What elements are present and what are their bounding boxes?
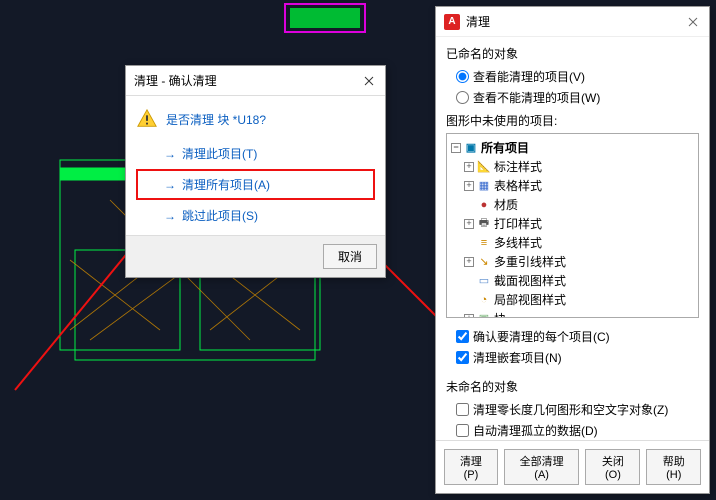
option-purge-this[interactable]: →清理此项目(T)	[136, 138, 375, 169]
option-purge-all[interactable]: →清理所有项目(A)	[136, 169, 375, 200]
unnamed-section: 未命名的对象	[446, 378, 699, 395]
tree-view[interactable]: −▣所有项目 +📐标注样式+▦表格样式●材质+🖶打印样式≡多线样式+↘多重引线样…	[446, 133, 699, 318]
radio-view-nonpurgeable[interactable]: 查看不能清理的项目(W)	[446, 87, 699, 108]
purge-all-button[interactable]: 全部清理(A)	[504, 449, 579, 485]
app-logo-icon: A	[444, 14, 460, 30]
purge-dialog: A 清理 已命名的对象 查看能清理的项目(V) 查看不能清理的项目(W) 图形中…	[435, 6, 710, 494]
close-icon[interactable]	[361, 73, 377, 89]
tree-item[interactable]: ●材质	[451, 195, 694, 214]
tree-item[interactable]: +🖶打印样式	[451, 214, 694, 233]
tree-item[interactable]: +📐标注样式	[451, 157, 694, 176]
help-button[interactable]: 帮助(H)	[646, 449, 701, 485]
radio-view-purgeable[interactable]: 查看能清理的项目(V)	[446, 66, 699, 87]
warning-icon	[136, 108, 158, 130]
tree-item[interactable]: +↘多重引线样式	[451, 252, 694, 271]
tree-item[interactable]: ◔局部视图样式	[451, 290, 694, 309]
tree-item[interactable]: ≡多线样式	[451, 233, 694, 252]
option-skip[interactable]: →跳过此项目(S)	[136, 200, 375, 231]
purge-title: 清理	[466, 13, 685, 30]
tree-item[interactable]: +▣块	[451, 309, 694, 318]
tree-label: 图形中未使用的项目:	[446, 112, 699, 129]
chk-confirm-each[interactable]: 确认要清理的每个项目(C)	[446, 326, 699, 347]
chk-zero-length[interactable]: 清理零长度几何图形和空文字对象(Z)	[446, 399, 699, 420]
tree-item[interactable]: +▦表格样式	[451, 176, 694, 195]
chk-orphan-data[interactable]: 自动清理孤立的数据(D)	[446, 420, 699, 440]
cancel-button[interactable]: 取消	[323, 244, 377, 269]
tree-item[interactable]: ▭截面视图样式	[451, 271, 694, 290]
tree-root[interactable]: −▣所有项目	[451, 138, 694, 157]
confirm-question: 是否清理 块 *U18?	[166, 111, 266, 128]
confirm-title: 清理 - 确认清理	[134, 72, 217, 89]
named-section: 已命名的对象	[446, 45, 699, 62]
close-icon[interactable]	[685, 14, 701, 30]
purge-button[interactable]: 清理(P)	[444, 449, 498, 485]
confirm-dialog: 清理 - 确认清理 是否清理 块 *U18? →清理此项目(T) →清理所有项目…	[125, 65, 386, 278]
chk-nested[interactable]: 清理嵌套项目(N)	[446, 347, 699, 368]
close-button[interactable]: 关闭(O)	[585, 449, 640, 485]
